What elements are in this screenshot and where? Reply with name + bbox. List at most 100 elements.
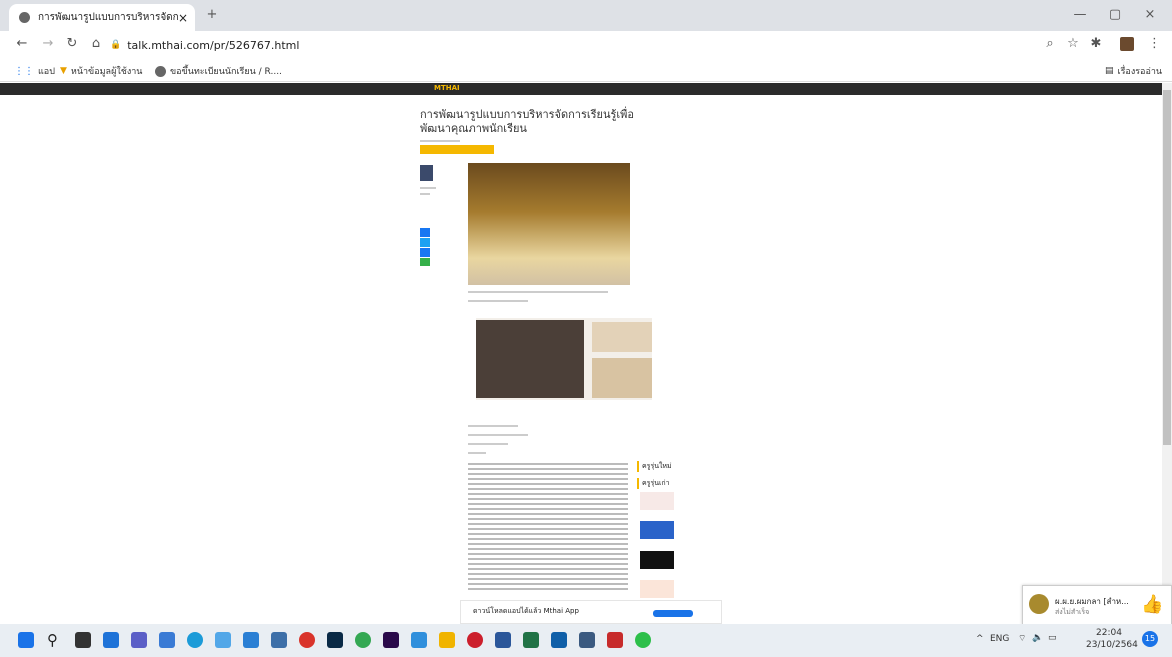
profile-avatar[interactable] bbox=[1120, 37, 1134, 51]
clock-date[interactable]: 23/10/2564 bbox=[1086, 640, 1138, 650]
tab-close-button[interactable]: × bbox=[178, 11, 188, 25]
word-icon[interactable] bbox=[495, 632, 511, 648]
back-arrow-icon[interactable]: ← bbox=[14, 34, 30, 54]
paint-icon[interactable] bbox=[411, 632, 427, 648]
notification-subtitle: ส่งไม่สำเร็จ bbox=[1055, 608, 1090, 616]
follow-button[interactable] bbox=[420, 145, 494, 154]
folder-icon[interactable] bbox=[439, 632, 455, 648]
task-view-icon[interactable] bbox=[75, 632, 91, 648]
ad-image-bedroom bbox=[476, 320, 584, 398]
widgets-icon[interactable] bbox=[103, 632, 119, 648]
photoshop-icon[interactable] bbox=[327, 632, 343, 648]
sidebar-item[interactable] bbox=[640, 492, 674, 510]
share-twitter-icon[interactable] bbox=[420, 238, 430, 247]
caption-line bbox=[468, 300, 528, 302]
search-icon[interactable]: ⚲ bbox=[47, 631, 58, 649]
bookmark-student-register[interactable]: ขอขึ้นทะเบียนนักเรียน / R.... bbox=[155, 64, 282, 78]
meta-line bbox=[420, 140, 460, 142]
start-icon[interactable] bbox=[18, 632, 34, 648]
excel-icon[interactable] bbox=[523, 632, 539, 648]
minimize-button[interactable]: — bbox=[1070, 5, 1090, 25]
caption-line bbox=[468, 291, 608, 293]
article-title: การพัฒนารูปแบบการบริหารจัดการเรียนรู้เพื… bbox=[420, 108, 635, 135]
bookmark-apps[interactable]: ⋮⋮ แอป bbox=[14, 64, 55, 78]
globe-icon bbox=[19, 12, 30, 23]
chat-icon[interactable] bbox=[131, 632, 147, 648]
site-header bbox=[0, 83, 1162, 95]
author-avatar[interactable] bbox=[420, 165, 433, 181]
tab-title: การพัฒนารูปแบบการบริหารจัดการเรียนรู้ bbox=[38, 12, 178, 23]
line-app-icon[interactable] bbox=[635, 632, 651, 648]
star-icon[interactable]: ☆ bbox=[1065, 34, 1081, 54]
sidebar-item[interactable] bbox=[640, 580, 674, 598]
info-line bbox=[468, 425, 518, 427]
photos-icon[interactable] bbox=[215, 632, 231, 648]
opera-icon[interactable] bbox=[299, 632, 315, 648]
new-tab-button[interactable]: + bbox=[202, 5, 222, 25]
scrollbar-thumb[interactable] bbox=[1163, 90, 1171, 445]
app-banner-text: ดาวน์โหลดแอปได้แล้ว Mthai App bbox=[473, 607, 579, 615]
url-text: talk.mthai.com/pr/526767.html bbox=[127, 38, 300, 52]
app-icon[interactable] bbox=[579, 632, 595, 648]
sidebar-heading-label: ครูรุ่นใหม่ bbox=[642, 462, 672, 470]
sidebar-heading-label: ครูรุ่นเก่า bbox=[642, 479, 670, 487]
address-bar[interactable]: 🔒 talk.mthai.com/pr/526767.html bbox=[110, 35, 1040, 55]
chrome-icon[interactable] bbox=[355, 632, 371, 648]
notification-badge[interactable]: 15 bbox=[1142, 631, 1158, 647]
maximize-button[interactable]: ▢ bbox=[1105, 5, 1125, 25]
volume-icon[interactable]: 🔈 bbox=[1032, 633, 1043, 643]
sidebar-item[interactable] bbox=[640, 551, 674, 569]
sidebar-item[interactable] bbox=[640, 521, 674, 539]
sidebar-heading-new: ครูรุ่นใหม่ bbox=[637, 461, 672, 472]
clock-time[interactable]: 22:04 bbox=[1096, 628, 1122, 638]
author-line bbox=[420, 193, 430, 195]
wifi-icon[interactable]: ⌔ bbox=[1018, 633, 1026, 644]
reading-list-icon: ▤ bbox=[1105, 66, 1114, 76]
battery-icon[interactable]: ▭ bbox=[1048, 633, 1057, 643]
reload-icon[interactable]: ↻ bbox=[64, 34, 80, 54]
bookmark-label: หน้าข้อมูลผู้ใช้งาน bbox=[70, 67, 143, 77]
bookmark-user-info[interactable]: ▼ หน้าข้อมูลผู้ใช้งาน bbox=[60, 64, 142, 78]
bookmarks-bar: ⋮⋮ แอป ▼ หน้าข้อมูลผู้ใช้งาน ขอขึ้นทะเบี… bbox=[0, 59, 1172, 82]
app-download-banner[interactable]: ดาวน์โหลดแอปได้แล้ว Mthai App bbox=[460, 600, 722, 624]
advertisement[interactable] bbox=[476, 318, 652, 400]
premiere-icon[interactable] bbox=[383, 632, 399, 648]
flag-icon: ▼ bbox=[60, 66, 67, 76]
bookmark-label: ขอขึ้นทะเบียนนักเรียน / R.... bbox=[170, 67, 282, 77]
extensions-icon[interactable]: ✱ bbox=[1088, 34, 1104, 54]
browser-tab[interactable]: การพัฒนารูปแบบการบริหารจัดการเรียนรู้ × bbox=[9, 4, 195, 31]
site-logo[interactable]: MTHAI bbox=[434, 84, 460, 92]
apps-grid-icon: ⋮⋮ bbox=[14, 65, 34, 77]
author-line bbox=[420, 187, 436, 189]
system-tray: ^ ENG ⌔ 🔈 ▭ 22:04 23/10/2564 15 bbox=[976, 628, 1166, 654]
forward-arrow-icon[interactable]: → bbox=[40, 34, 56, 54]
app-download-button[interactable] bbox=[653, 610, 693, 617]
sidebar-heading-old: ครูรุ่นเก่า bbox=[637, 478, 670, 489]
reading-list-button[interactable]: ▤ เรื่องรออ่าน bbox=[1105, 64, 1162, 78]
article-photo bbox=[468, 163, 630, 285]
store-icon[interactable] bbox=[159, 632, 175, 648]
brush-icon[interactable] bbox=[607, 632, 623, 648]
share-line-icon[interactable] bbox=[420, 248, 430, 257]
close-window-button[interactable]: × bbox=[1140, 5, 1160, 25]
home-icon[interactable]: ⌂ bbox=[88, 34, 104, 54]
thumbs-up-icon: 👍 bbox=[1141, 594, 1164, 615]
language-indicator[interactable]: ENG bbox=[990, 634, 1009, 644]
mail-icon[interactable] bbox=[243, 632, 259, 648]
zoom-icon[interactable]: ⌕ bbox=[1042, 34, 1058, 54]
globe-icon bbox=[155, 65, 166, 77]
share-green-icon[interactable] bbox=[420, 258, 430, 266]
file-explorer-icon[interactable] bbox=[271, 632, 287, 648]
edge-icon[interactable] bbox=[187, 632, 203, 648]
notification-avatar bbox=[1029, 594, 1049, 614]
article-body bbox=[468, 463, 628, 598]
chevron-up-icon[interactable]: ^ bbox=[976, 634, 984, 644]
menu-icon[interactable]: ⋮ bbox=[1148, 34, 1161, 54]
share-facebook-icon[interactable] bbox=[420, 228, 430, 237]
line-notification[interactable]: ผ.ผ.ย.ผมกลา [สำห... ส่งไม่สำเร็จ 👍 bbox=[1022, 585, 1172, 625]
lock-icon: 🔒 bbox=[110, 40, 122, 50]
opera-gx-icon[interactable] bbox=[467, 632, 483, 648]
info-line bbox=[468, 434, 528, 436]
reading-list-label: เรื่องรออ่าน bbox=[1117, 67, 1163, 77]
outlook-icon[interactable] bbox=[551, 632, 567, 648]
